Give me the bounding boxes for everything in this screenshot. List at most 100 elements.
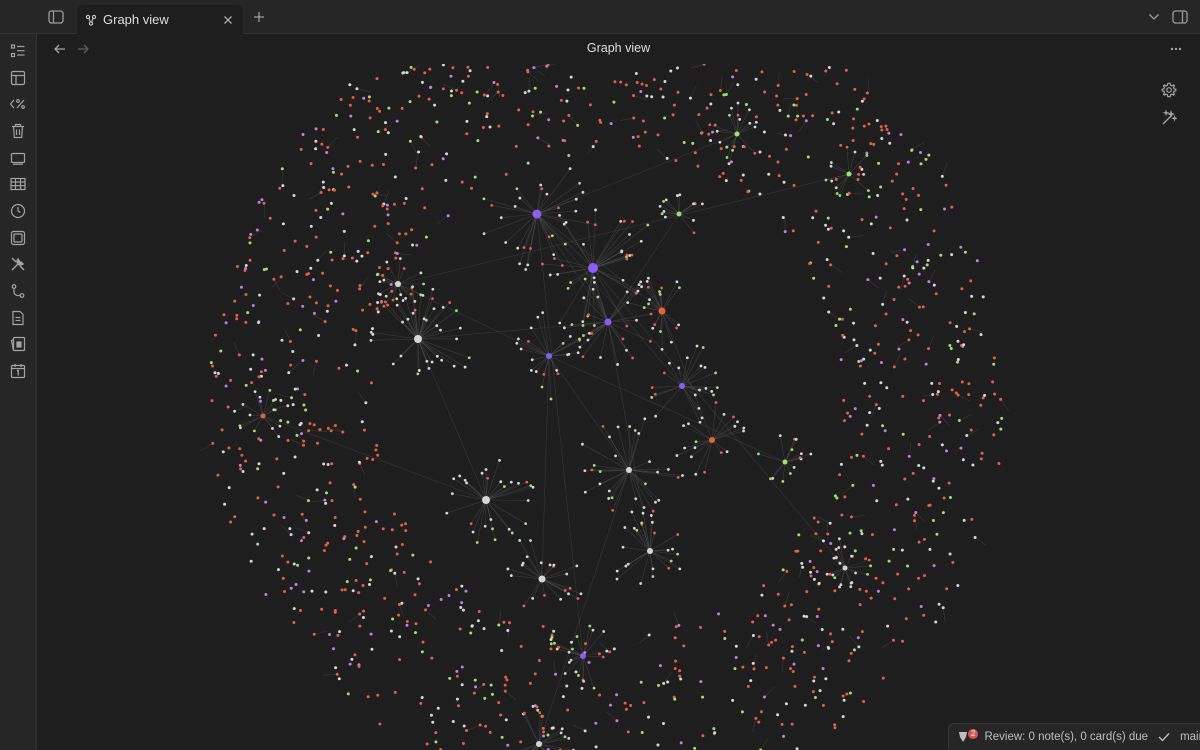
graph-node[interactable] [783, 230, 787, 234]
graph-node[interactable] [892, 297, 896, 301]
graph-node[interactable] [383, 128, 387, 132]
graph-node[interactable] [398, 635, 402, 639]
graph-node[interactable] [354, 578, 358, 582]
graph-node[interactable] [289, 586, 293, 590]
graph-node[interactable] [862, 124, 866, 128]
graph-node[interactable] [901, 432, 905, 436]
graph-node[interactable] [280, 338, 284, 342]
graph-node[interactable] [637, 432, 641, 435]
graph-node[interactable] [559, 597, 563, 601]
flashcards-icon[interactable] [8, 334, 28, 354]
graph-node[interactable] [555, 647, 559, 651]
graph-node[interactable] [710, 390, 714, 393]
graph-node[interactable] [375, 307, 379, 311]
graph-node[interactable] [865, 154, 869, 157]
graph-node[interactable] [292, 607, 296, 611]
graph-node[interactable] [420, 187, 424, 191]
graph-node[interactable] [621, 337, 625, 341]
graph-node[interactable] [830, 640, 834, 644]
graph-node[interactable] [637, 283, 641, 287]
graph-node[interactable] [299, 147, 303, 151]
tools-icon[interactable] [8, 254, 28, 274]
graph-node[interactable] [355, 533, 359, 537]
graph-node[interactable] [754, 716, 758, 720]
graph-node[interactable] [838, 561, 842, 565]
graph-node[interactable] [548, 563, 552, 567]
graph-node[interactable] [235, 317, 239, 321]
graph-node[interactable] [333, 524, 337, 528]
graph-node[interactable] [322, 462, 326, 466]
graph-node[interactable] [342, 254, 346, 258]
graph-node[interactable] [251, 353, 255, 357]
graph-node[interactable] [529, 326, 533, 330]
graph-node[interactable] [524, 522, 528, 526]
graph-node[interactable] [957, 418, 961, 422]
graph-node[interactable] [451, 66, 455, 70]
graph-network[interactable] [37, 64, 1200, 750]
graph-node[interactable] [650, 386, 654, 389]
graph-node[interactable] [458, 326, 462, 330]
graph-node[interactable] [582, 86, 586, 90]
graph-hub-node[interactable] [260, 413, 266, 419]
graph-node[interactable] [718, 175, 722, 179]
graph-node[interactable] [435, 324, 439, 328]
graph-node[interactable] [224, 321, 228, 325]
graph-node[interactable] [476, 139, 480, 143]
graph-node[interactable] [483, 524, 487, 528]
graph-node[interactable] [413, 308, 417, 312]
graph-node[interactable] [696, 164, 700, 168]
graph-node[interactable] [509, 480, 513, 484]
graph-node[interactable] [502, 620, 506, 624]
graph-node[interactable] [355, 87, 359, 91]
graph-node[interactable] [870, 533, 874, 537]
graph-node[interactable] [330, 499, 334, 503]
graph-node[interactable] [531, 485, 535, 489]
layout-icon[interactable] [8, 68, 28, 88]
graph-node[interactable] [759, 710, 763, 714]
graph-node[interactable] [731, 148, 734, 152]
graph-node[interactable] [536, 315, 540, 319]
graph-node[interactable] [868, 348, 872, 352]
graph-node[interactable] [781, 215, 785, 219]
graph-node[interactable] [404, 529, 408, 533]
graph-node[interactable] [350, 657, 354, 661]
graph-node[interactable] [287, 371, 291, 375]
graph-node[interactable] [658, 290, 661, 294]
graph-node[interactable] [434, 740, 438, 744]
graph-node[interactable] [656, 133, 660, 137]
graph-node[interactable] [922, 466, 926, 470]
graph-node[interactable] [244, 320, 248, 324]
graph-node[interactable] [295, 270, 299, 274]
graph-node[interactable] [938, 413, 942, 417]
trash-icon[interactable] [8, 121, 28, 141]
graph-node[interactable] [901, 639, 905, 643]
graph-node[interactable] [303, 393, 307, 397]
graph-node[interactable] [829, 161, 833, 164]
graph-node[interactable] [549, 647, 553, 651]
graph-node[interactable] [725, 450, 729, 453]
graph-node[interactable] [382, 278, 386, 282]
graph-node[interactable] [841, 694, 845, 698]
graph-node[interactable] [386, 222, 390, 226]
graph-node[interactable] [314, 359, 318, 363]
graph-node[interactable] [922, 266, 926, 270]
graph-node[interactable] [271, 427, 274, 430]
graph-node[interactable] [489, 683, 493, 687]
graph-node[interactable] [732, 145, 736, 149]
graph-node[interactable] [324, 491, 328, 495]
graph-node[interactable] [401, 71, 405, 75]
graph-node[interactable] [693, 746, 697, 750]
graph-node[interactable] [814, 532, 818, 536]
graph-node[interactable] [834, 186, 838, 190]
graph-node[interactable] [610, 496, 614, 500]
graph-node[interactable] [439, 328, 442, 332]
graph-node[interactable] [892, 547, 896, 551]
graph-node[interactable] [358, 159, 362, 163]
graph-node[interactable] [526, 161, 530, 165]
graph-node[interactable] [857, 360, 861, 364]
graph-node[interactable] [891, 638, 895, 642]
graph-node[interactable] [578, 337, 581, 341]
graph-node[interactable] [588, 103, 592, 107]
graph-node[interactable] [473, 175, 477, 179]
graph-node[interactable] [736, 113, 740, 117]
